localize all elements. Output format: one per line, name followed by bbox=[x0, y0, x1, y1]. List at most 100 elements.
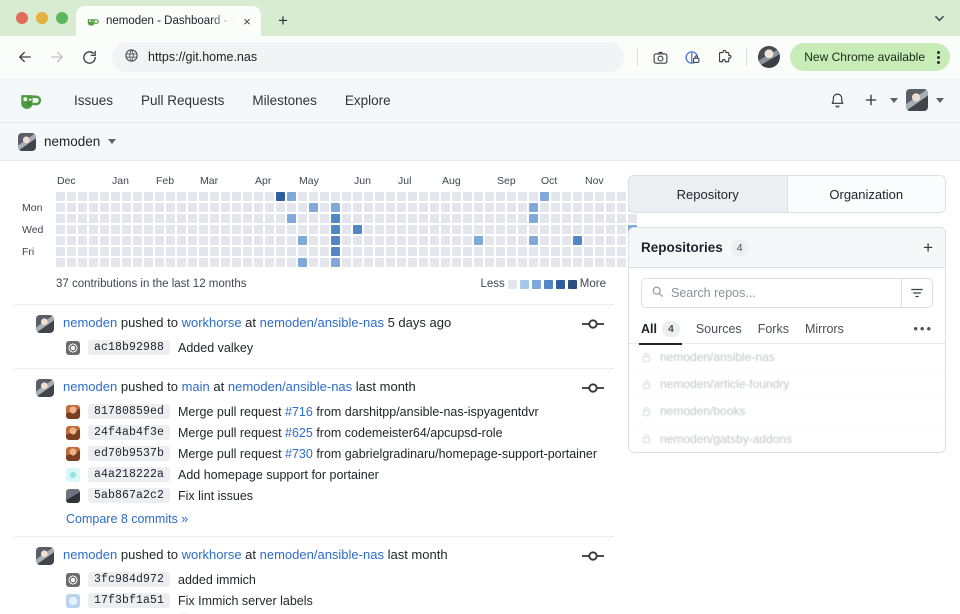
heatmap-cell[interactable] bbox=[122, 236, 131, 245]
heatmap-cell[interactable] bbox=[177, 258, 186, 267]
heatmap-cell[interactable] bbox=[254, 192, 263, 201]
heatmap-cell[interactable] bbox=[133, 258, 142, 267]
heatmap-cell[interactable] bbox=[584, 236, 593, 245]
heatmap-cell[interactable] bbox=[199, 247, 208, 256]
heatmap-cell[interactable] bbox=[188, 192, 197, 201]
heatmap-cell[interactable] bbox=[342, 247, 351, 256]
heatmap-cell[interactable] bbox=[452, 236, 461, 245]
heatmap-cell[interactable] bbox=[221, 247, 230, 256]
heatmap-cell[interactable] bbox=[144, 192, 153, 201]
heatmap-cell[interactable] bbox=[364, 214, 373, 223]
heatmap-cell[interactable] bbox=[540, 247, 549, 256]
heatmap-cell[interactable] bbox=[353, 203, 362, 212]
heatmap-cell[interactable] bbox=[441, 192, 450, 201]
commit-sha-link[interactable]: a4a218222a bbox=[88, 467, 171, 482]
heatmap-cell[interactable] bbox=[122, 203, 131, 212]
repository-list-item[interactable]: nemoden/article-foundry bbox=[629, 371, 945, 398]
heatmap-cell[interactable] bbox=[56, 258, 65, 267]
commit-sha-link[interactable]: ac18b92988 bbox=[88, 340, 171, 355]
heatmap-cell[interactable] bbox=[276, 258, 285, 267]
heatmap-cell[interactable] bbox=[232, 203, 241, 212]
forward-button[interactable] bbox=[42, 42, 72, 72]
heatmap-cell[interactable] bbox=[463, 247, 472, 256]
heatmap-cell[interactable] bbox=[419, 214, 428, 223]
heatmap-cell[interactable] bbox=[144, 225, 153, 234]
heatmap-cell[interactable] bbox=[430, 247, 439, 256]
activity-actor-link[interactable]: nemoden bbox=[63, 379, 117, 394]
heatmap-cell[interactable] bbox=[617, 258, 626, 267]
heatmap-cell[interactable] bbox=[342, 203, 351, 212]
heatmap-cell[interactable] bbox=[617, 225, 626, 234]
heatmap-cell[interactable] bbox=[595, 214, 604, 223]
maximize-window-button[interactable] bbox=[56, 12, 68, 24]
heatmap-cell[interactable] bbox=[221, 258, 230, 267]
heatmap-cell[interactable] bbox=[221, 236, 230, 245]
heatmap-cell[interactable] bbox=[540, 192, 549, 201]
heatmap-cell[interactable] bbox=[320, 192, 329, 201]
heatmap-cell[interactable] bbox=[177, 192, 186, 201]
heatmap-cell[interactable] bbox=[375, 236, 384, 245]
heatmap-cell[interactable] bbox=[452, 192, 461, 201]
heatmap-cell[interactable] bbox=[441, 214, 450, 223]
heatmap-cell[interactable] bbox=[463, 203, 472, 212]
heatmap-cell[interactable] bbox=[155, 247, 164, 256]
heatmap-cell[interactable] bbox=[353, 214, 362, 223]
heatmap-cell[interactable] bbox=[122, 214, 131, 223]
heatmap-cell[interactable] bbox=[353, 236, 362, 245]
heatmap-cell[interactable] bbox=[562, 236, 571, 245]
browser-menu-icon[interactable] bbox=[933, 50, 944, 64]
commit-sha-link[interactable]: 3fc984d972 bbox=[88, 572, 171, 587]
repo-tab-mirrors[interactable]: Mirrors bbox=[805, 314, 844, 344]
heatmap-cell[interactable] bbox=[375, 225, 384, 234]
heatmap-cell[interactable] bbox=[155, 192, 164, 201]
heatmap-cell[interactable] bbox=[78, 247, 87, 256]
heatmap-cell[interactable] bbox=[606, 225, 615, 234]
heatmap-cell[interactable] bbox=[89, 247, 98, 256]
heatmap-cell[interactable] bbox=[166, 225, 175, 234]
heatmap-cell[interactable] bbox=[573, 192, 582, 201]
heatmap-cell[interactable] bbox=[56, 225, 65, 234]
heatmap-cell[interactable] bbox=[452, 258, 461, 267]
heatmap-cell[interactable] bbox=[573, 258, 582, 267]
heatmap-cell[interactable] bbox=[298, 203, 307, 212]
heatmap-cell[interactable] bbox=[287, 225, 296, 234]
heatmap-cell[interactable] bbox=[298, 258, 307, 267]
close-window-button[interactable] bbox=[16, 12, 28, 24]
heatmap-cell[interactable] bbox=[199, 214, 208, 223]
heatmap-cell[interactable] bbox=[419, 225, 428, 234]
heatmap-cell[interactable] bbox=[441, 236, 450, 245]
commit-sha-link[interactable]: 81780859ed bbox=[88, 404, 171, 419]
heatmap-cell[interactable] bbox=[320, 225, 329, 234]
heatmap-cell[interactable] bbox=[562, 258, 571, 267]
profile-avatar-button[interactable] bbox=[754, 42, 784, 72]
heatmap-cell[interactable] bbox=[419, 203, 428, 212]
nav-link-milestones[interactable]: Milestones bbox=[238, 78, 331, 123]
heatmap-cell[interactable] bbox=[485, 225, 494, 234]
compare-commits-link[interactable]: Compare 8 commits » bbox=[14, 512, 614, 526]
nav-link-explore[interactable]: Explore bbox=[331, 78, 405, 123]
heatmap-cell[interactable] bbox=[56, 203, 65, 212]
heatmap-cell[interactable] bbox=[485, 247, 494, 256]
heatmap-cell[interactable] bbox=[419, 192, 428, 201]
heatmap-cell[interactable] bbox=[606, 236, 615, 245]
heatmap-cell[interactable] bbox=[342, 214, 351, 223]
heatmap-cell[interactable] bbox=[166, 236, 175, 245]
heatmap-cell[interactable] bbox=[331, 203, 340, 212]
heatmap-cell[interactable] bbox=[67, 225, 76, 234]
minimize-window-button[interactable] bbox=[36, 12, 48, 24]
tracking-protection-icon[interactable] bbox=[677, 42, 707, 72]
heatmap-cell[interactable] bbox=[551, 214, 560, 223]
heatmap-cell[interactable] bbox=[111, 247, 120, 256]
gitea-logo-icon[interactable] bbox=[16, 85, 46, 115]
heatmap-cell[interactable] bbox=[386, 192, 395, 201]
heatmap-cell[interactable] bbox=[595, 258, 604, 267]
heatmap-cell[interactable] bbox=[584, 203, 593, 212]
heatmap-cell[interactable] bbox=[507, 258, 516, 267]
heatmap-cell[interactable] bbox=[518, 225, 527, 234]
heatmap-cell[interactable] bbox=[199, 192, 208, 201]
heatmap-cell[interactable] bbox=[232, 225, 241, 234]
heatmap-cell[interactable] bbox=[485, 236, 494, 245]
heatmap-cell[interactable] bbox=[375, 247, 384, 256]
heatmap-cell[interactable] bbox=[485, 192, 494, 201]
heatmap-cell[interactable] bbox=[177, 247, 186, 256]
